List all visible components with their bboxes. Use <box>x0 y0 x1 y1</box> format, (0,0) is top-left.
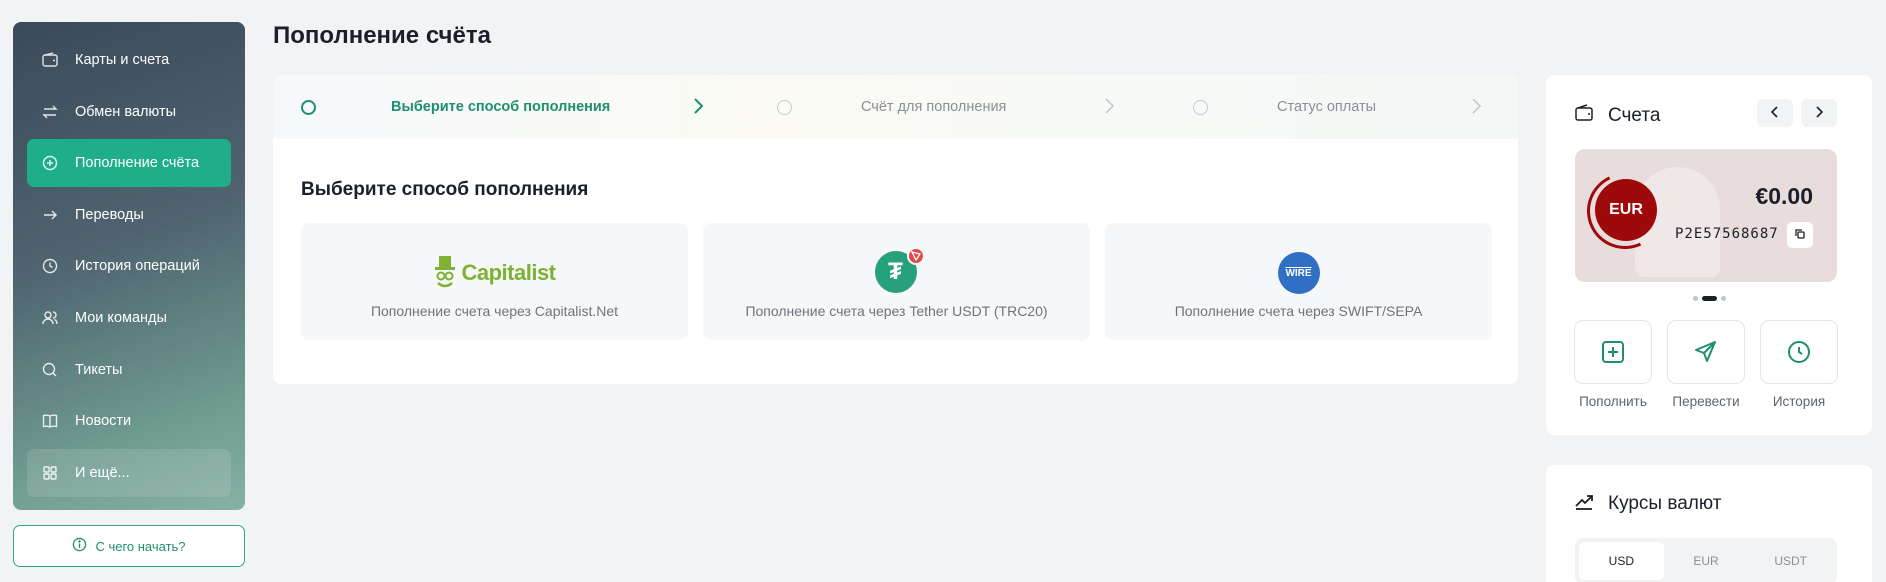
copy-icon <box>1794 228 1806 243</box>
sidebar-item-label: И ещё... <box>75 464 130 481</box>
method-label: Пополнение счета через Capitalist.Net <box>370 303 619 319</box>
topup-card: Выберите способ пополнения Счёт для попо… <box>273 75 1518 384</box>
users-icon <box>41 309 59 327</box>
chevron-right-icon <box>1102 97 1116 120</box>
sidebar-item-label: Переводы <box>75 206 144 223</box>
trending-up-icon <box>1574 491 1594 517</box>
capitalist-logo-text: Capitalist <box>461 260 556 285</box>
chevron-right-icon <box>1469 97 1483 120</box>
prev-account-button[interactable] <box>1757 99 1793 127</box>
sidebar-item-cards[interactable]: Карты и счета <box>27 36 231 84</box>
wallet-icon <box>1574 103 1594 129</box>
carousel-dot[interactable] <box>1701 296 1717 301</box>
sidebar-item-label: Тикеты <box>75 361 123 378</box>
step-1[interactable]: Выберите способ пополнения <box>301 75 610 139</box>
next-account-button[interactable] <box>1801 99 1837 127</box>
wallet-icon <box>41 51 59 69</box>
method-capitalist[interactable]: Capitalist Пополнение счета через Capita… <box>301 223 688 340</box>
wire-icon: WIRE <box>1277 252 1320 294</box>
clock-icon <box>41 257 59 275</box>
step-circle <box>777 99 792 115</box>
account-tile[interactable]: EUR €0.00 P2E57568687 <box>1575 149 1837 282</box>
sidebar-item-label: Новости <box>75 413 132 430</box>
chat-icon <box>41 361 59 379</box>
clock-icon <box>1760 320 1838 384</box>
step-3[interactable]: Статус оплаты <box>1193 75 1376 139</box>
method-label: Пополнение счета через Tether USDT (TRC2… <box>745 303 1048 319</box>
getting-started-label: С чего начать? <box>95 538 186 554</box>
capitalist-hat-icon <box>435 256 456 288</box>
sidebar-item-more[interactable]: И ещё... <box>27 448 231 497</box>
page-title: Пополнение счёта <box>273 22 491 49</box>
rates-header: Курсы валют <box>1574 491 1721 517</box>
accounts-title: Счета <box>1608 105 1661 126</box>
tab-usd[interactable]: USD <box>1579 542 1664 580</box>
chevron-left-icon <box>1770 105 1780 121</box>
method-tether[interactable]: ₮ Пополнение счета через Tether USDT (TR… <box>703 223 1090 340</box>
carousel-dots <box>1546 296 1872 301</box>
currency-badge: EUR <box>1595 179 1657 241</box>
section-title: Выберите способ пополнения <box>301 179 589 200</box>
sidebar-item-label: Обмен валюты <box>75 103 177 120</box>
rates-title: Курсы валют <box>1608 493 1722 514</box>
sidebar-item-label: Карты и счета <box>75 52 170 68</box>
accounts-card: Счета EUR €0.00 P2E57568687 Пополнить Пе… <box>1546 75 1872 435</box>
book-icon <box>41 412 59 430</box>
sidebar-item-exchange[interactable]: Обмен валюты <box>27 88 231 136</box>
history-action[interactable]: История <box>1760 320 1838 409</box>
step-label: Выберите способ пополнения <box>391 99 611 115</box>
rates-tabs: USD EUR USDT <box>1575 538 1837 582</box>
sidebar-item-history[interactable]: История операций <box>27 242 231 290</box>
action-label: Перевести <box>1672 394 1740 409</box>
arrow-right-icon <box>41 206 59 224</box>
carousel-dot[interactable] <box>1692 296 1698 301</box>
tab-eur[interactable]: EUR <box>1664 542 1749 580</box>
accounts-header: Счета <box>1574 103 1660 129</box>
account-balance: €0.00 <box>1755 183 1813 209</box>
action-label: Пополнить <box>1579 394 1647 409</box>
sidebar-item-tickets[interactable]: Тикеты <box>27 346 231 394</box>
info-icon <box>72 537 87 555</box>
step-2[interactable]: Счёт для пополнения <box>777 75 1006 139</box>
getting-started-button[interactable]: С чего начать? <box>13 525 245 567</box>
tab-usdt[interactable]: USDT <box>1748 542 1833 580</box>
wire-logo: WIRE <box>1105 252 1492 294</box>
chevron-right-icon <box>691 97 705 120</box>
sidebar-item-transfers[interactable]: Переводы <box>27 191 231 239</box>
sidebar-item-topup[interactable]: Пополнение счёта <box>27 139 231 188</box>
sidebar-item-news[interactable]: Новости <box>27 397 231 445</box>
method-swift-sepa[interactable]: WIRE Пополнение счета через SWIFT/SEPA <box>1105 223 1492 340</box>
tron-badge-icon <box>906 247 925 265</box>
sidebar-item-label: Мои команды <box>75 309 167 326</box>
chevron-right-icon <box>1814 105 1824 121</box>
method-label: Пополнение счета через SWIFT/SEPA <box>1174 303 1423 319</box>
action-label: История <box>1772 394 1826 409</box>
plus-square-icon <box>1574 320 1652 384</box>
sidebar-item-label: Пополнение счёта <box>75 155 200 172</box>
step-label: Статус оплаты <box>1277 99 1377 115</box>
transfer-action[interactable]: Перевести <box>1667 320 1745 409</box>
stepper: Выберите способ пополнения Счёт для попо… <box>273 75 1518 139</box>
step-circle <box>1193 99 1208 115</box>
send-icon <box>1667 320 1745 384</box>
plus-circle-icon <box>41 154 59 172</box>
grid-icon <box>41 464 59 482</box>
account-actions: Пополнить Перевести История <box>1574 320 1838 409</box>
account-number: P2E57568687 <box>1675 226 1779 242</box>
exchange-icon <box>41 103 59 121</box>
step-label: Счёт для пополнения <box>861 99 1007 115</box>
payment-methods: Capitalist Пополнение счета через Capita… <box>301 223 1492 340</box>
step-circle <box>301 99 316 115</box>
rates-card: Курсы валют USD EUR USDT <box>1546 465 1872 582</box>
sidebar: Карты и счета Обмен валюты Пополнение сч… <box>13 22 245 510</box>
sidebar-item-teams[interactable]: Мои команды <box>27 294 231 342</box>
carousel-dot[interactable] <box>1720 296 1726 301</box>
sidebar-item-label: История операций <box>75 258 200 275</box>
tether-logo: ₮ <box>703 247 1090 293</box>
topup-action[interactable]: Пополнить <box>1574 320 1652 409</box>
copy-button[interactable] <box>1787 222 1813 248</box>
capitalist-logo: Capitalist <box>301 253 688 293</box>
